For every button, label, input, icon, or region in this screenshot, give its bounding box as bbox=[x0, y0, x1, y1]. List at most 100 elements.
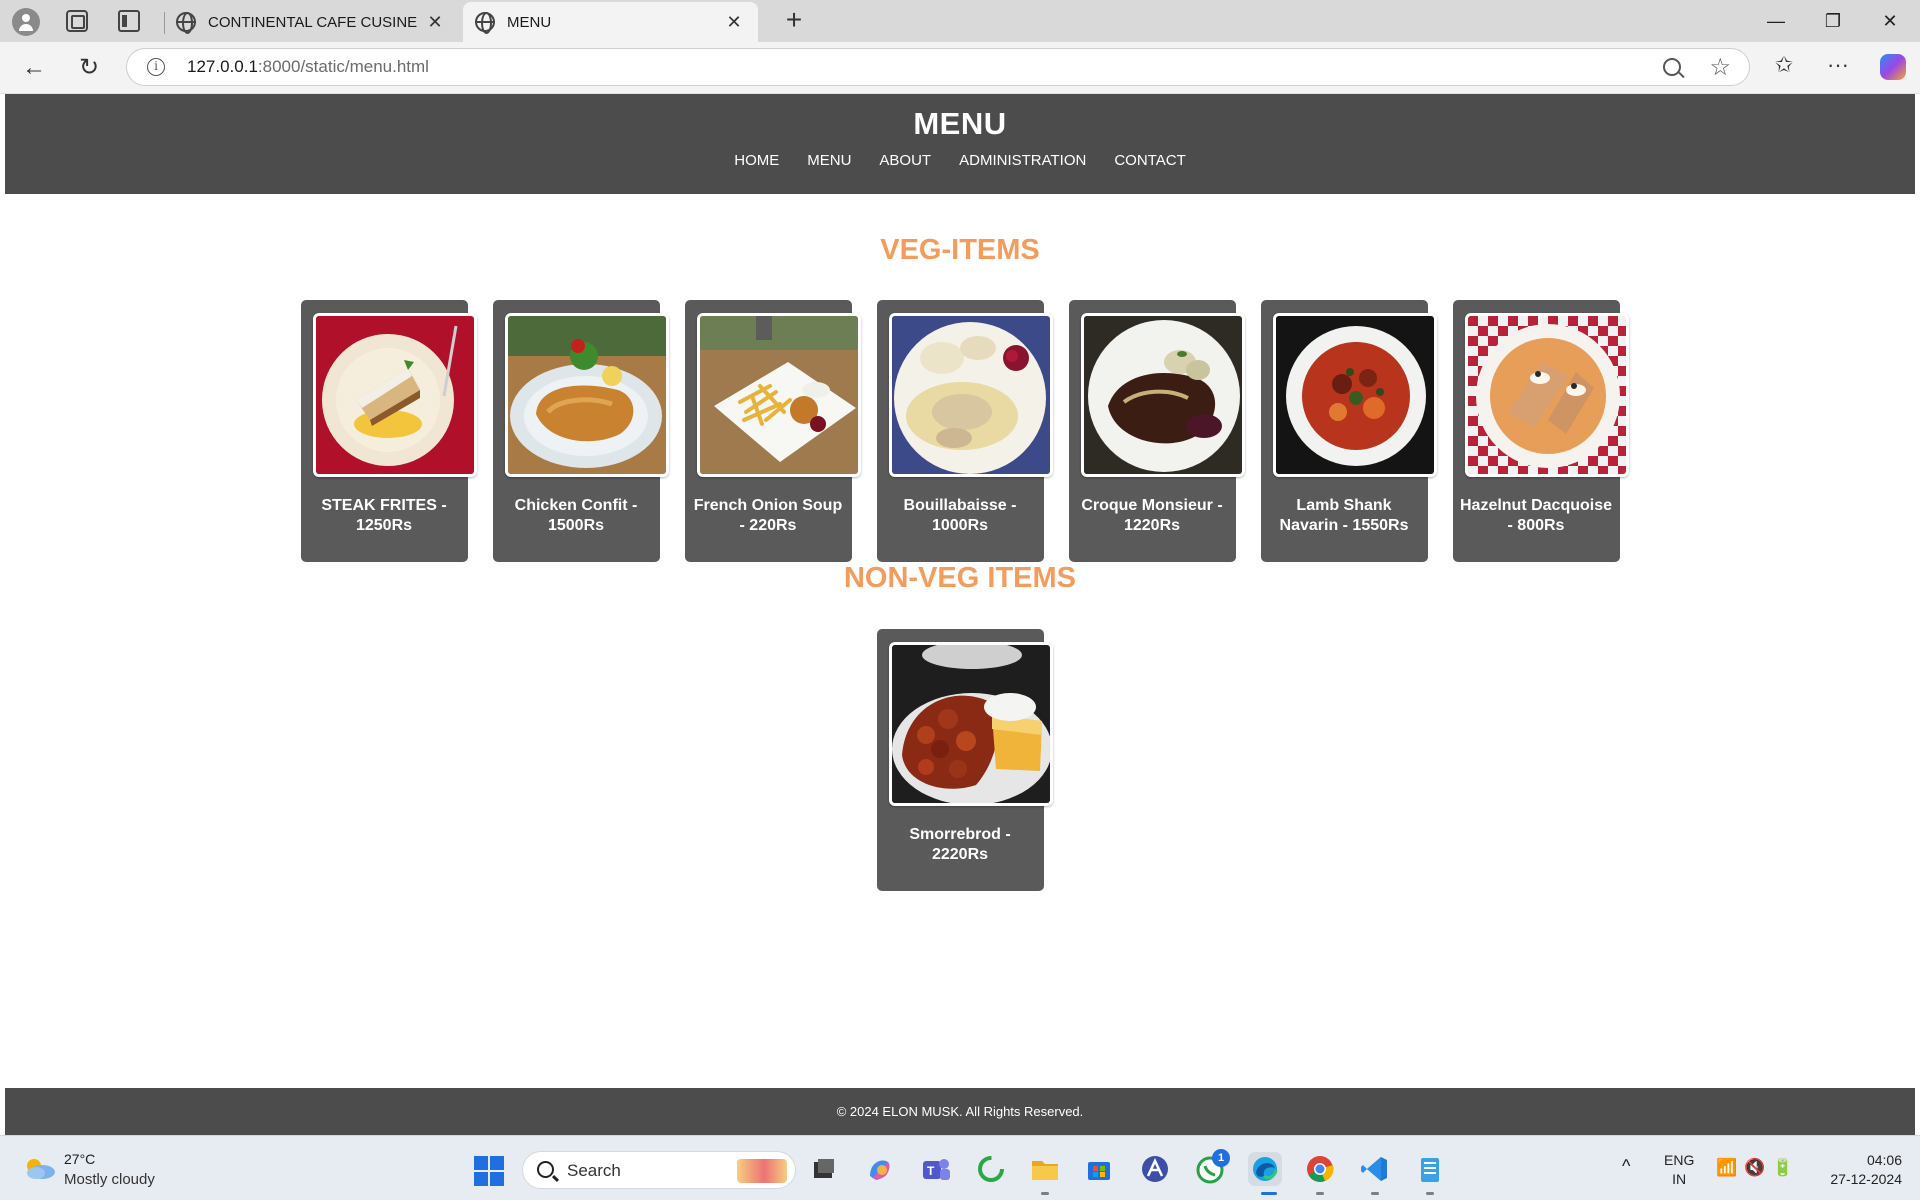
system-clock[interactable]: 04:06 27-12-2024 bbox=[1812, 1151, 1902, 1189]
show-hidden-icons-chevron-icon[interactable]: ^ bbox=[1622, 1156, 1630, 1177]
minimize-button[interactable]: — bbox=[1756, 6, 1796, 36]
vertical-tabs-icon[interactable] bbox=[118, 10, 140, 32]
nonveg-items-row: Smorrebrod - 2220Rs bbox=[5, 629, 1915, 891]
nav-administration-link[interactable]: ADMINISTRATION bbox=[959, 152, 1086, 169]
tab-title: MENU bbox=[507, 13, 552, 31]
workspaces-icon[interactable] bbox=[66, 10, 88, 32]
globe-icon bbox=[176, 12, 196, 34]
new-tab-button[interactable]: + bbox=[778, 5, 810, 37]
strudel-dessert-photo bbox=[312, 313, 477, 477]
edge-browser-icon[interactable] bbox=[1248, 1152, 1282, 1186]
weather-description[interactable]: Mostly cloudy bbox=[64, 1171, 155, 1188]
schnitzel-plate-photo bbox=[504, 313, 669, 477]
menu-card[interactable]: Croque Monsieur - 1220Rs bbox=[1068, 300, 1245, 562]
zoom-icon[interactable] bbox=[1663, 58, 1681, 76]
teams-icon[interactable]: T bbox=[918, 1152, 952, 1186]
windows-start-icon[interactable] bbox=[474, 1156, 504, 1186]
clock-time: 04:06 bbox=[1866, 1152, 1902, 1168]
meat-gravy-photo bbox=[1080, 313, 1245, 477]
nav-menu-link[interactable]: MENU bbox=[807, 152, 851, 169]
site-info-icon[interactable]: i bbox=[147, 58, 165, 76]
whatsapp-notification-badge: 1 bbox=[1212, 1149, 1230, 1167]
menu-item-name: Lamb Shank Navarin - 1550Rs bbox=[1279, 497, 1409, 534]
nonveg-items-heading: NON-VEG ITEMS bbox=[843, 562, 1076, 594]
site-footer: © 2024 ELON MUSK. All Rights Reserved. bbox=[5, 1088, 1915, 1135]
search-icon bbox=[537, 1161, 554, 1178]
close-window-button[interactable]: ✕ bbox=[1870, 6, 1910, 36]
wifi-icon[interactable]: 📶 bbox=[1716, 1158, 1737, 1178]
nav-contact-link[interactable]: CONTACT bbox=[1114, 152, 1185, 169]
browser-tab-bar: CONTINENTAL CAFE CUSINE ✕ MENU ✕ + — ❐ ✕ bbox=[0, 0, 1920, 42]
menu-card[interactable]: Smorrebrod - 2220Rs bbox=[876, 629, 1053, 891]
active-app-indicator bbox=[1261, 1192, 1277, 1195]
weather-temperature[interactable]: 27°C bbox=[64, 1151, 95, 1167]
back-button[interactable]: ← bbox=[18, 52, 50, 84]
microsoft-store-icon[interactable] bbox=[1082, 1152, 1116, 1186]
globe-icon bbox=[475, 12, 495, 34]
vscode-icon[interactable] bbox=[1358, 1152, 1392, 1186]
cloudy-weather-icon[interactable] bbox=[22, 1156, 56, 1180]
url-field[interactable]: i 127.0.0.1:8000/static/menu.html ☆ bbox=[126, 48, 1750, 86]
stew-bowl-photo bbox=[1272, 313, 1437, 477]
menu-card[interactable]: Chicken Confit - 1500Rs bbox=[492, 300, 669, 562]
volume-muted-icon[interactable]: 🔇 bbox=[1744, 1158, 1765, 1178]
taskbar-search[interactable]: Search bbox=[522, 1151, 796, 1189]
clock-date: 27-12-2024 bbox=[1830, 1171, 1902, 1187]
taskbar: 27°C Mostly cloudy Search T 1 ^ ENG IN 📶… bbox=[0, 1135, 1920, 1200]
chrome-icon[interactable] bbox=[1303, 1152, 1337, 1186]
file-explorer-icon[interactable] bbox=[1028, 1152, 1062, 1186]
vpn-app-icon[interactable] bbox=[1138, 1152, 1172, 1186]
url-host: 127.0.0.1 bbox=[187, 57, 258, 76]
browser-tab-menu[interactable]: MENU ✕ bbox=[463, 2, 758, 42]
language-code: ENG bbox=[1664, 1152, 1695, 1168]
dumpling-sauce-photo bbox=[888, 313, 1053, 477]
menu-item-name: STEAK FRITES - 1250Rs bbox=[321, 497, 447, 534]
profile-icon[interactable] bbox=[12, 8, 40, 36]
task-view-icon[interactable] bbox=[806, 1152, 840, 1186]
crepes-plate-photo bbox=[1464, 313, 1629, 477]
tab-close-icon[interactable]: ✕ bbox=[425, 12, 445, 33]
menu-card[interactable]: STEAK FRITES - 1250Rs bbox=[300, 300, 477, 562]
copilot-icon[interactable] bbox=[1880, 54, 1906, 80]
menu-item-name: Hazelnut Dacquoise - 800Rs bbox=[1459, 497, 1613, 534]
search-placeholder: Search bbox=[567, 1161, 621, 1180]
favorite-star-icon[interactable]: ☆ bbox=[1709, 53, 1731, 82]
region-code: IN bbox=[1672, 1171, 1687, 1187]
veg-items-heading: VEG-ITEMS bbox=[880, 234, 1040, 266]
menu-item-name: Bouillabaisse - 1000Rs bbox=[903, 497, 1017, 534]
copilot-app-icon[interactable] bbox=[862, 1152, 896, 1186]
browser-tab-cafe[interactable]: CONTINENTAL CAFE CUSINE ✕ bbox=[164, 2, 459, 42]
veg-items-row: STEAK FRITES - 1250Rs Chicken Confit - 1… bbox=[5, 300, 1915, 562]
menu-item-name: Chicken Confit - 1500Rs bbox=[514, 497, 638, 534]
url-text: 127.0.0.1:8000/static/menu.html bbox=[187, 57, 429, 77]
page-title: MENU bbox=[913, 106, 1007, 141]
nav-about-link[interactable]: ABOUT bbox=[879, 152, 931, 169]
running-indicator bbox=[1426, 1192, 1434, 1195]
site-header: MENU HOME MENU ABOUT ADMINISTRATION CONT… bbox=[5, 94, 1915, 194]
menu-card[interactable]: Hazelnut Dacquoise - 800Rs bbox=[1452, 300, 1629, 562]
notepad-icon[interactable] bbox=[1413, 1152, 1447, 1186]
search-highlight-icon bbox=[737, 1159, 787, 1183]
menu-item-name: Croque Monsieur - 1220Rs bbox=[1081, 497, 1223, 534]
running-indicator bbox=[1316, 1192, 1324, 1195]
web-page: MENU HOME MENU ABOUT ADMINISTRATION CONT… bbox=[5, 94, 1915, 1135]
favorites-icon[interactable]: ✩ bbox=[1768, 52, 1800, 78]
grilled-meat-photo bbox=[888, 642, 1053, 806]
language-indicator[interactable]: ENG IN bbox=[1664, 1151, 1694, 1189]
tab-title: CONTINENTAL CAFE CUSINE bbox=[208, 13, 418, 31]
maximize-button[interactable]: ❐ bbox=[1813, 6, 1853, 36]
menu-card[interactable]: Bouillabaisse - 1000Rs bbox=[876, 300, 1053, 562]
site-nav: HOME MENU ABOUT ADMINISTRATION CONTACT bbox=[5, 152, 1915, 169]
running-indicator bbox=[1041, 1192, 1049, 1195]
tab-close-icon[interactable]: ✕ bbox=[724, 12, 744, 33]
refresh-circle-app-icon[interactable] bbox=[974, 1152, 1008, 1186]
refresh-button[interactable]: ↻ bbox=[73, 52, 105, 84]
more-menu-icon[interactable]: ··· bbox=[1822, 52, 1854, 78]
menu-card[interactable]: French Onion Soup - 220Rs bbox=[684, 300, 861, 562]
menu-card[interactable]: Lamb Shank Navarin - 1550Rs bbox=[1260, 300, 1437, 562]
svg-text:T: T bbox=[927, 1164, 935, 1178]
address-bar: ← ↻ i 127.0.0.1:8000/static/menu.html ☆ … bbox=[0, 42, 1920, 94]
battery-icon[interactable]: 🔋 bbox=[1772, 1158, 1793, 1178]
nav-home-link[interactable]: HOME bbox=[734, 152, 779, 169]
menu-item-name: French Onion Soup - 220Rs bbox=[693, 497, 843, 534]
